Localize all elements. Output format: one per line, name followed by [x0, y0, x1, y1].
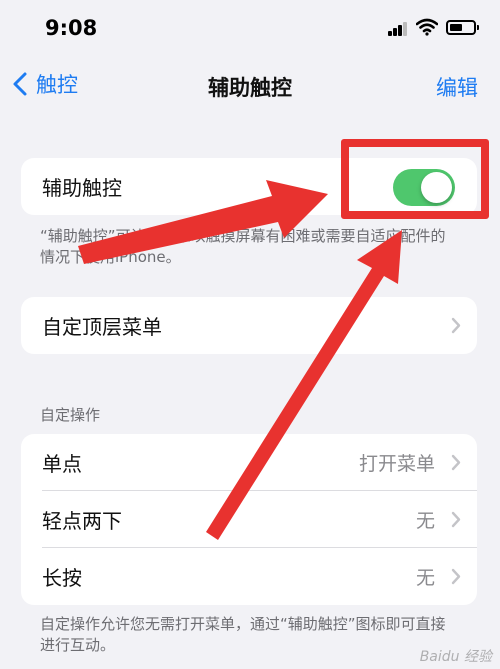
annotation-highlight-box	[341, 139, 489, 219]
status-time: 9:08	[45, 16, 98, 40]
assistive-touch-label: 辅助触控	[42, 176, 122, 200]
chevron-right-icon	[451, 568, 461, 585]
top-level-menu-card: 自定顶层菜单	[21, 297, 477, 354]
watermark: Baidu 经验	[419, 649, 492, 665]
navigation-bar: 触控 辅助触控 编辑	[0, 62, 500, 106]
top-level-menu-row[interactable]: 自定顶层菜单	[21, 297, 477, 354]
single-tap-label: 单点	[42, 452, 82, 476]
status-bar: 9:08	[0, 0, 500, 54]
chevron-right-icon	[451, 511, 461, 528]
long-press-label: 长按	[42, 566, 82, 590]
chevron-right-icon	[451, 454, 461, 471]
single-tap-value: 打开菜单	[358, 453, 435, 475]
chevron-right-icon	[451, 317, 461, 334]
cellular-signal-icon	[388, 22, 408, 36]
battery-icon	[446, 20, 479, 35]
assistive-touch-footnote: “辅助触控”可让您在难以触摸屏幕有困难或需要自适应配件的情况下使用iPhone。	[40, 227, 446, 266]
double-tap-row[interactable]: 轻点两下 无	[21, 491, 477, 548]
custom-actions-footnote: 自定操作允许您无需打开菜单，通过“辅助触控”图标即可直接进行互动。	[40, 615, 446, 654]
custom-actions-header: 自定操作	[40, 406, 101, 424]
top-level-menu-label: 自定顶层菜单	[42, 315, 162, 339]
page-title: 辅助触控	[208, 76, 292, 100]
edit-button[interactable]: 编辑	[436, 72, 478, 102]
wifi-icon	[416, 18, 438, 36]
double-tap-label: 轻点两下	[42, 509, 122, 533]
long-press-value: 无	[415, 567, 435, 589]
single-tap-row[interactable]: 单点 打开菜单	[21, 434, 477, 491]
double-tap-value: 无	[415, 510, 435, 532]
long-press-row[interactable]: 长按 无	[21, 548, 477, 605]
custom-actions-card: 单点 打开菜单 轻点两下 无 长按 无	[21, 434, 477, 605]
